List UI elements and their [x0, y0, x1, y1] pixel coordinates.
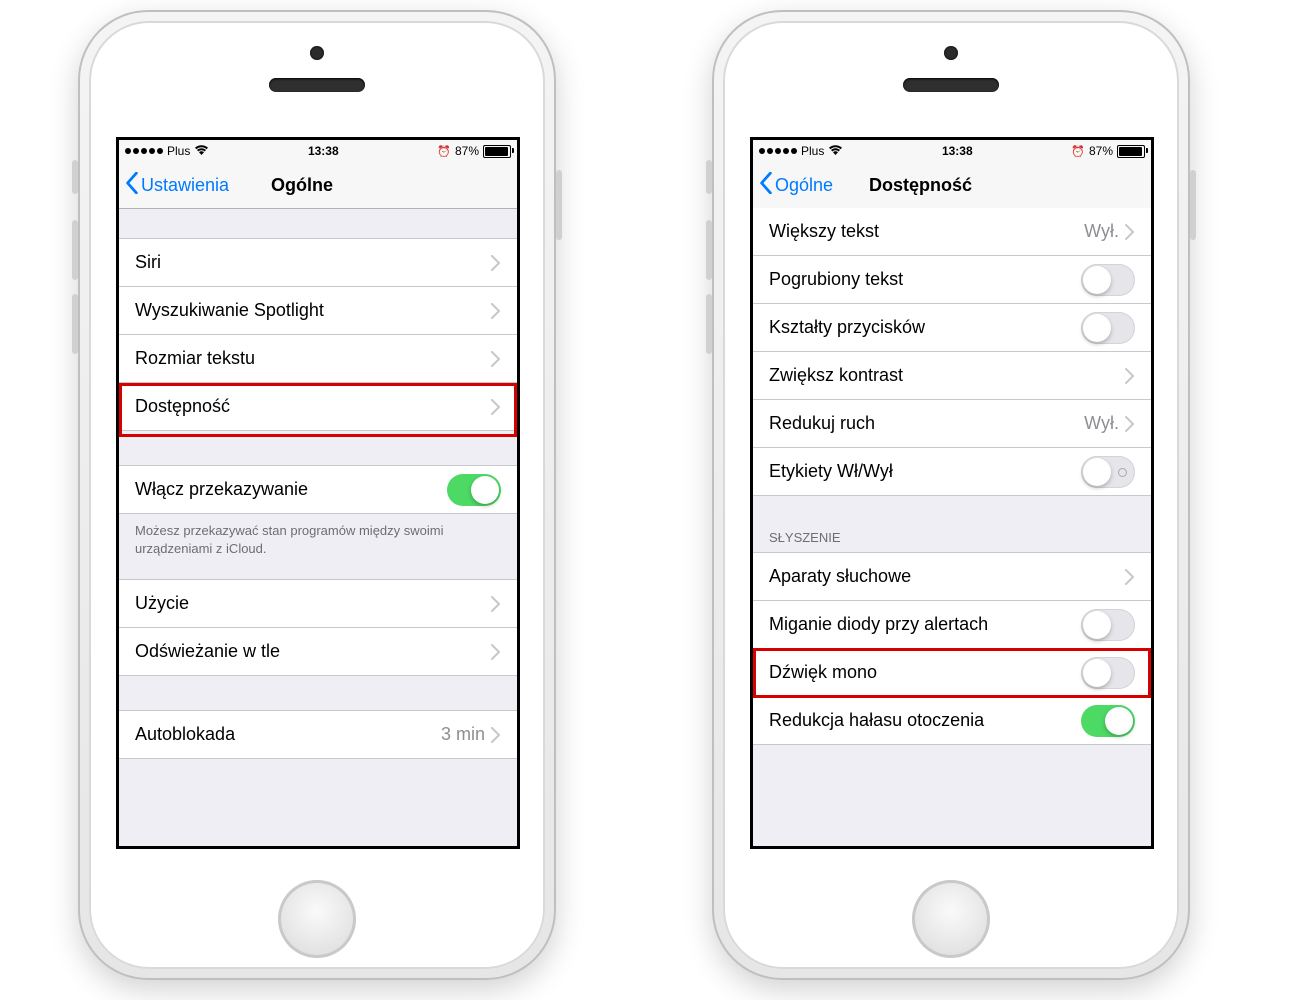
- screen-accessibility: Plus 13:38 ⏰ 87% Ogólne Dostępność Więks…: [750, 137, 1154, 849]
- list-item[interactable]: Redukcja hałasu otoczenia: [753, 696, 1151, 745]
- battery-icon: [1117, 145, 1145, 158]
- nav-bar: Ogólne Dostępność: [753, 162, 1151, 209]
- carrier-label: Plus: [801, 144, 824, 158]
- list-item[interactable]: Kształty przycisków: [753, 303, 1151, 351]
- section-header: SŁYSZENIE: [753, 530, 1151, 552]
- chevron-left-icon: [125, 172, 139, 199]
- list-item[interactable]: Wyszukiwanie Spotlight: [119, 286, 517, 334]
- page-title: Dostępność: [869, 175, 972, 196]
- back-label: Ogólne: [775, 175, 833, 196]
- battery-percent: 87%: [455, 144, 479, 158]
- battery-icon: [483, 145, 511, 158]
- status-bar: Plus 13:38 ⏰ 87%: [119, 140, 517, 162]
- mute-switch: [72, 160, 78, 194]
- chevron-right-icon: [491, 303, 501, 319]
- alarm-icon: ⏰: [437, 145, 451, 158]
- alarm-icon: ⏰: [1071, 145, 1085, 158]
- toggle-switch[interactable]: [447, 474, 501, 506]
- chevron-right-icon: [1125, 224, 1135, 240]
- list-item[interactable]: Użycie: [119, 579, 517, 627]
- chevron-right-icon: [1125, 368, 1135, 384]
- mute-switch: [706, 160, 712, 194]
- settings-list[interactable]: Większy tekstWył. Pogrubiony tekst Kszta…: [753, 208, 1151, 846]
- status-bar: Plus 13:38 ⏰ 87%: [753, 140, 1151, 162]
- wifi-icon: [194, 144, 209, 158]
- group-footer: Możesz przekazywać stan programów między…: [119, 514, 517, 557]
- list-item-autolock[interactable]: Autoblokada3 min: [119, 710, 517, 759]
- chevron-right-icon: [491, 644, 501, 660]
- back-button[interactable]: Ogólne: [753, 172, 833, 199]
- signal-dots-icon: [125, 148, 163, 154]
- power-button: [556, 170, 562, 240]
- status-time: 13:38: [308, 144, 339, 158]
- front-camera: [944, 46, 958, 60]
- home-button[interactable]: [912, 880, 990, 958]
- wifi-icon: [828, 144, 843, 158]
- list-item[interactable]: Redukuj ruchWył.: [753, 399, 1151, 447]
- detail-value: Wył.: [1084, 221, 1119, 242]
- chevron-right-icon: [491, 596, 501, 612]
- chevron-right-icon: [491, 727, 501, 743]
- toggle-switch[interactable]: [1081, 456, 1135, 488]
- back-label: Ustawienia: [141, 175, 229, 196]
- earpiece-speaker: [269, 78, 365, 92]
- nav-bar: Ustawienia Ogólne: [119, 162, 517, 209]
- list-item[interactable]: Miganie diody przy alertach: [753, 600, 1151, 648]
- power-button: [1190, 170, 1196, 240]
- toggle-switch[interactable]: [1081, 312, 1135, 344]
- chevron-right-icon: [491, 351, 501, 367]
- chevron-right-icon: [1125, 569, 1135, 585]
- chevron-right-icon: [1125, 416, 1135, 432]
- list-item[interactable]: Etykiety Wł/Wył: [753, 447, 1151, 496]
- list-item[interactable]: Aparaty słuchowe: [753, 552, 1151, 600]
- list-item[interactable]: Siri: [119, 238, 517, 286]
- list-item[interactable]: Pogrubiony tekst: [753, 255, 1151, 303]
- list-item[interactable]: Odświeżanie w tle: [119, 627, 517, 676]
- chevron-right-icon: [491, 399, 501, 415]
- signal-dots-icon: [759, 148, 797, 154]
- battery-percent: 87%: [1089, 144, 1113, 158]
- back-button[interactable]: Ustawienia: [119, 172, 229, 199]
- list-item[interactable]: Zwiększ kontrast: [753, 351, 1151, 399]
- screen-general: Plus 13:38 ⏰ 87% Ustawienia Ogólne Siri …: [116, 137, 520, 849]
- volume-down-button: [72, 294, 78, 354]
- volume-down-button: [706, 294, 712, 354]
- toggle-switch[interactable]: [1081, 705, 1135, 737]
- home-button[interactable]: [278, 880, 356, 958]
- carrier-label: Plus: [167, 144, 190, 158]
- settings-list[interactable]: Siri Wyszukiwanie Spotlight Rozmiar teks…: [119, 208, 517, 846]
- list-item-handoff[interactable]: Włącz przekazywanie: [119, 465, 517, 514]
- volume-up-button: [706, 220, 712, 280]
- list-item[interactable]: Rozmiar tekstu: [119, 334, 517, 382]
- phone-mockup-left: Plus 13:38 ⏰ 87% Ustawienia Ogólne Siri …: [78, 10, 556, 980]
- chevron-left-icon: [759, 172, 773, 199]
- phone-mockup-right: Plus 13:38 ⏰ 87% Ogólne Dostępność Więks…: [712, 10, 1190, 980]
- detail-value: 3 min: [441, 724, 485, 745]
- toggle-switch[interactable]: [1081, 264, 1135, 296]
- volume-up-button: [72, 220, 78, 280]
- list-item[interactable]: Większy tekstWył.: [753, 208, 1151, 255]
- front-camera: [310, 46, 324, 60]
- status-time: 13:38: [942, 144, 973, 158]
- toggle-switch[interactable]: [1081, 657, 1135, 689]
- earpiece-speaker: [903, 78, 999, 92]
- detail-value: Wył.: [1084, 413, 1119, 434]
- page-title: Ogólne: [271, 175, 333, 196]
- chevron-right-icon: [491, 255, 501, 271]
- toggle-switch[interactable]: [1081, 609, 1135, 641]
- list-item-accessibility[interactable]: Dostępność: [119, 382, 517, 431]
- list-item-mono-audio[interactable]: Dźwięk mono: [753, 648, 1151, 696]
